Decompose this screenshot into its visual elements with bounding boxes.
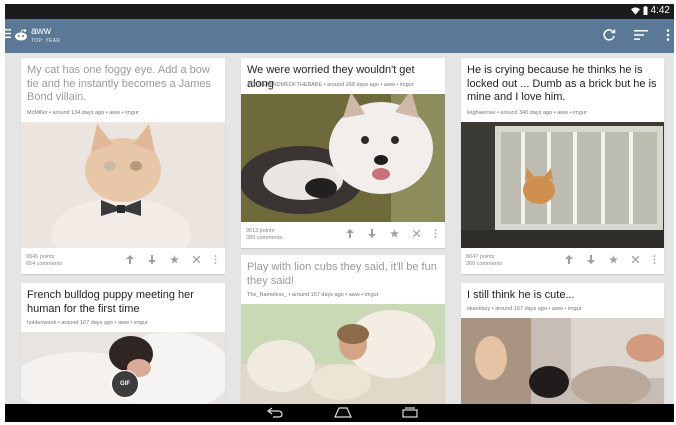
status-bar: 4:42 (5, 4, 674, 19)
post-thumbnail[interactable] (461, 122, 664, 248)
clock: 4:42 (650, 5, 670, 16)
post-thumbnail[interactable]: GIF (21, 332, 225, 404)
more-vert-icon[interactable] (666, 29, 670, 41)
post-footer: 8047 points 368 comments (461, 248, 664, 274)
post-meta: McMiller • around 134 days ago • aww • i… (27, 110, 139, 116)
post-thumbnail[interactable] (241, 94, 445, 222)
post-title[interactable]: I still think he is cute... (467, 289, 658, 303)
post-card[interactable]: French bulldog puppy meeting her human f… (21, 283, 225, 404)
battery-icon (643, 6, 648, 15)
post-card[interactable]: He is crying because he thinks he is loc… (461, 58, 664, 274)
cat-bowtie-image (21, 122, 225, 248)
post-title[interactable]: He is crying because he thinks he is loc… (467, 64, 658, 105)
post-footer: 9513 points 389 comments (241, 222, 445, 248)
post-comments[interactable]: 368 comments (466, 261, 502, 268)
more-vert-icon[interactable] (653, 255, 656, 264)
menu-icon[interactable] (5, 29, 11, 38)
more-vert-icon[interactable] (214, 255, 217, 264)
post-thumbnail[interactable] (21, 122, 225, 248)
hide-icon[interactable] (193, 256, 200, 263)
star-icon[interactable] (609, 255, 618, 264)
cat-window-image (461, 122, 664, 248)
downvote-icon[interactable] (148, 255, 156, 264)
post-points: 9946 points (26, 254, 55, 260)
upvote-icon[interactable] (565, 255, 573, 264)
upvote-icon[interactable] (346, 229, 354, 238)
refresh-icon[interactable] (602, 28, 616, 42)
post-title[interactable]: My cat has one foggy eye. Add a bow tie … (27, 64, 219, 105)
post-comments[interactable]: 389 comments (246, 235, 282, 242)
system-nav-bar (5, 404, 674, 422)
lion-cubs-image (241, 304, 445, 404)
post-card[interactable]: We were worried they wouldn't get along … (241, 58, 445, 248)
back-icon[interactable] (267, 407, 283, 418)
star-icon[interactable] (170, 255, 179, 264)
upvote-icon[interactable] (126, 255, 134, 264)
wifi-icon (630, 6, 640, 15)
post-meta: skankboy • around 167 days ago • aww • i… (467, 306, 582, 312)
subreddit-title: aww (31, 26, 52, 37)
hide-icon[interactable] (632, 256, 639, 263)
post-card[interactable]: Play with lion cubs they said, it'll be … (241, 255, 445, 404)
post-meta: leighaerose • around 340 days ago • aww … (467, 110, 587, 116)
post-meta: holdenwook • around 167 days ago • aww •… (27, 320, 148, 326)
screen: 4:42 aww TOP: YEAR My cat has one foggy … (5, 4, 674, 422)
post-title[interactable]: French bulldog puppy meeting her human f… (27, 289, 219, 316)
post-comments[interactable]: 654 comments (26, 261, 62, 268)
post-card[interactable]: My cat has one foggy eye. Add a bow tie … (21, 58, 225, 274)
post-points: 8047 points (466, 254, 495, 260)
downvote-icon[interactable] (587, 255, 595, 264)
more-vert-icon[interactable] (434, 229, 437, 238)
post-card[interactable]: I still think he is cute... skankboy • a… (461, 283, 664, 404)
post-points: 9513 points (246, 228, 275, 234)
reddit-alien-icon[interactable] (14, 29, 28, 41)
downvote-icon[interactable] (368, 229, 376, 238)
star-icon[interactable] (390, 229, 399, 238)
post-footer: 9946 points 654 comments (21, 248, 225, 274)
post-meta: The_Nameless_ • around 167 days ago • aw… (247, 292, 379, 298)
dogs-cuddling-image (241, 94, 445, 222)
sort-icon[interactable] (634, 29, 648, 41)
home-icon[interactable] (334, 407, 352, 418)
post-thumbnail[interactable] (461, 318, 664, 404)
sort-subtitle: TOP: YEAR (31, 38, 61, 44)
post-meta: YOUREMINDMEOFTHEBABE • around 268 days a… (247, 82, 414, 88)
gif-badge[interactable]: GIF (111, 370, 139, 398)
recent-apps-icon[interactable] (402, 407, 418, 418)
post-title[interactable]: Play with lion cubs they said, it'll be … (247, 261, 439, 288)
post-thumbnail[interactable] (241, 304, 445, 404)
cute-cat-image (461, 318, 664, 404)
hide-icon[interactable] (413, 230, 420, 237)
app-toolbar: aww TOP: YEAR (5, 19, 674, 53)
